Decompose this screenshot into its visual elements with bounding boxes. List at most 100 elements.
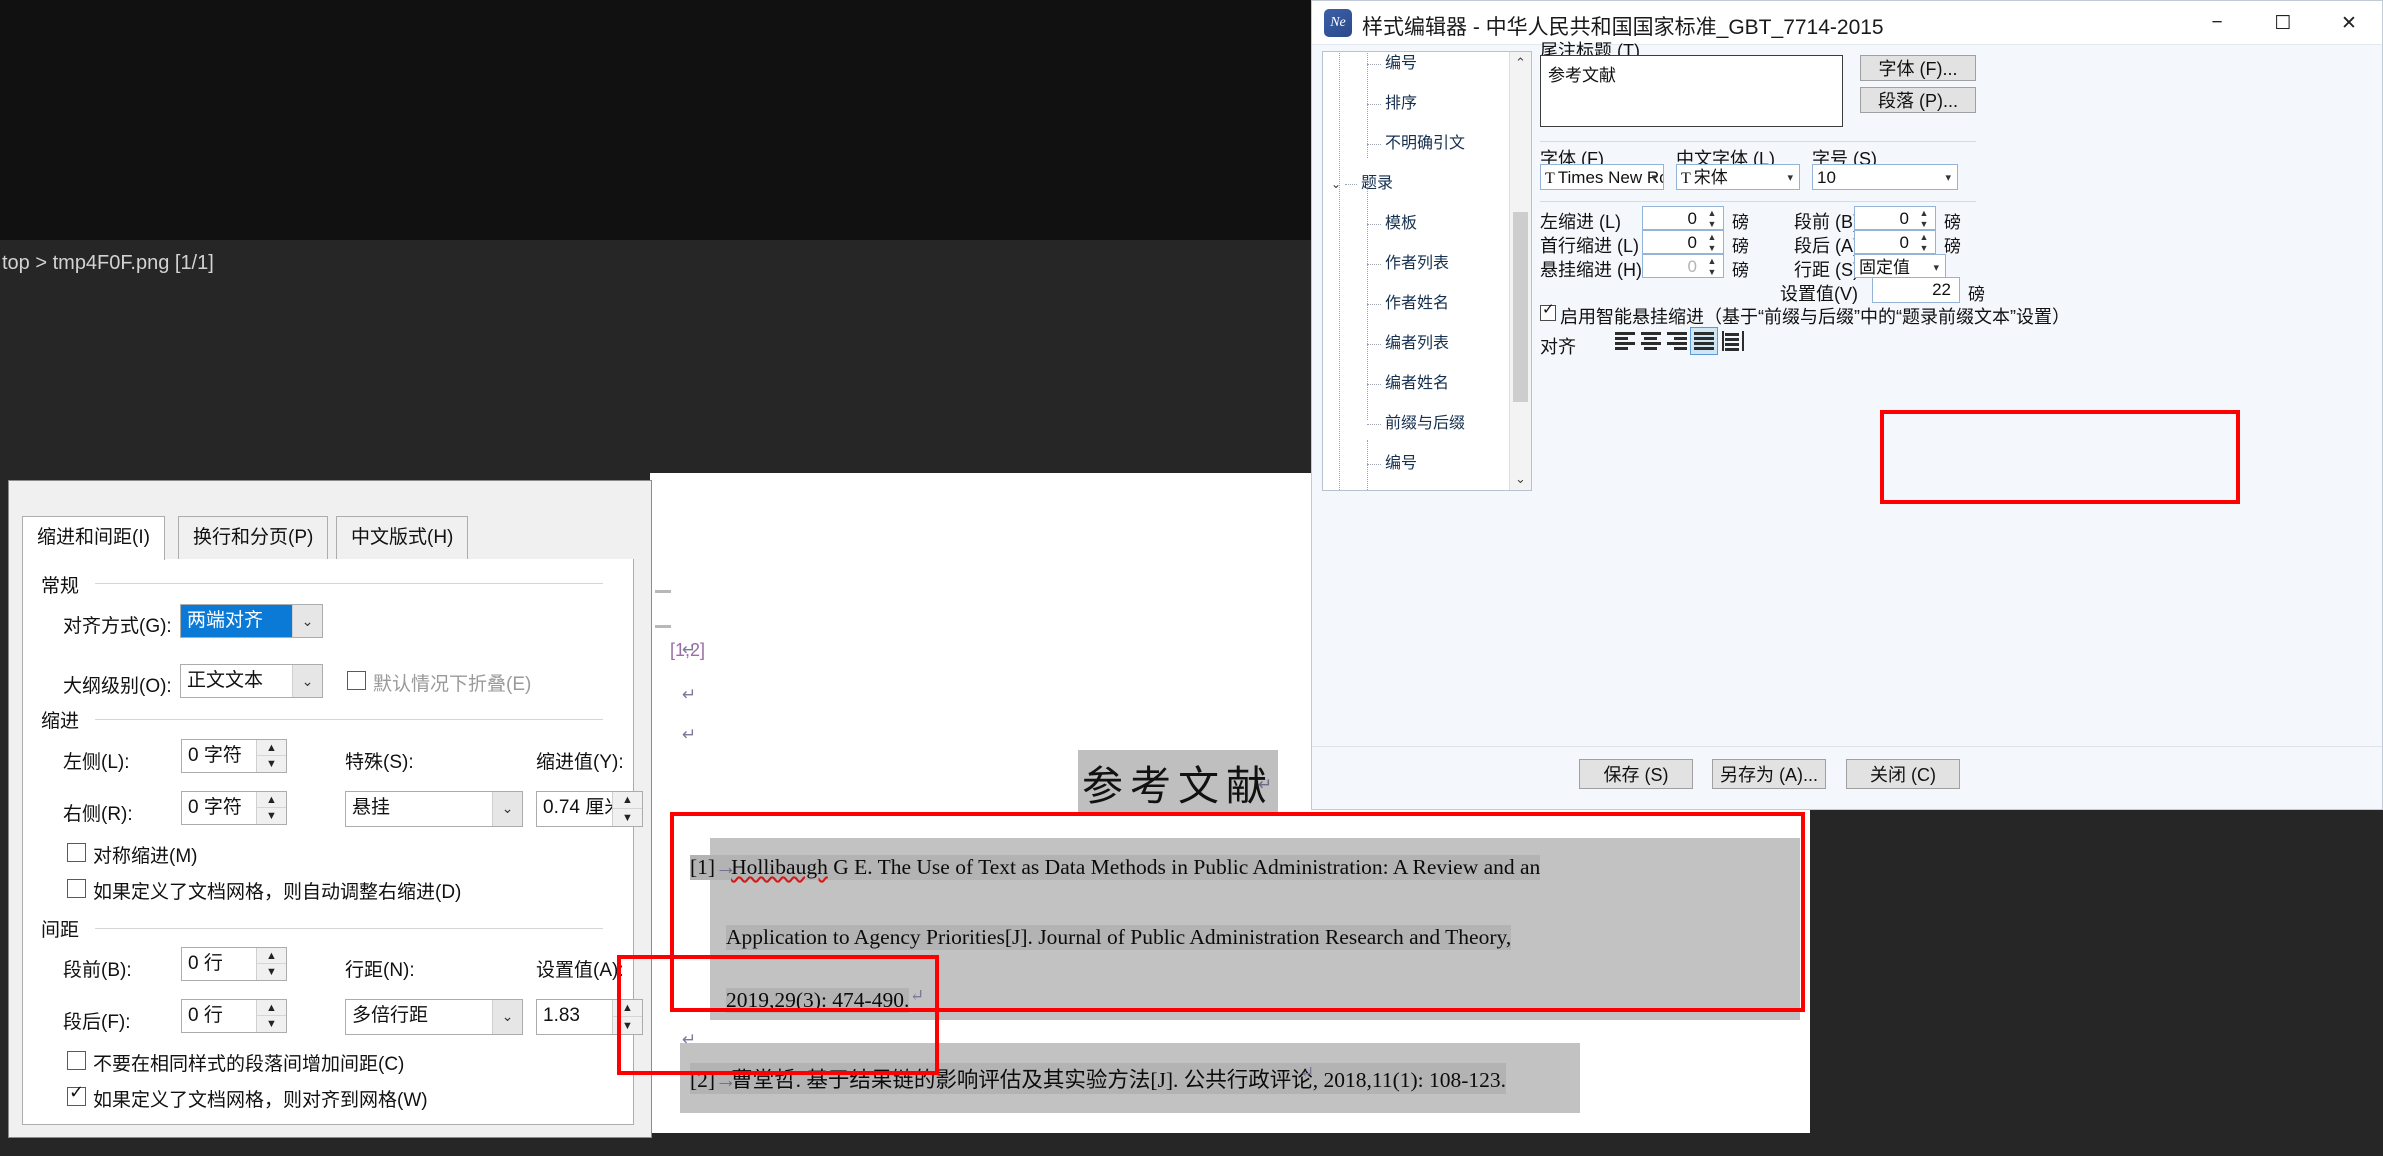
indent-left-label: 左侧(L): xyxy=(63,752,130,773)
hanging-indent-stepper[interactable]: ▲ ▼ xyxy=(1705,255,1719,277)
alignment-label: 对齐方式(G): xyxy=(63,616,172,637)
align-center-icon[interactable] xyxy=(1638,329,1664,353)
tab-chinese-typography[interactable]: 中文版式(H) xyxy=(336,516,469,560)
align-distribute-icon[interactable] xyxy=(1720,329,1746,353)
snap-to-grid-checkbox[interactable] xyxy=(67,1082,86,1106)
breadcrumb: top > tmp4F0F.png [1/1] xyxy=(0,243,1318,283)
space-after-value: 0 xyxy=(1899,233,1909,252)
chevron-down-icon[interactable]: ▾ xyxy=(1651,165,1657,189)
tree-scrollbar[interactable]: ⌃ ⌄ xyxy=(1509,52,1531,490)
tab-indent-spacing[interactable]: 缩进和间距(I) xyxy=(22,516,165,560)
chevron-down-icon[interactable]: ⌄ xyxy=(292,665,322,697)
viewer-top-band xyxy=(0,0,1318,240)
tree-item-prefix-suffix-1[interactable]: 前缀与后缀 xyxy=(1323,414,1508,434)
space-after-value: 0 行 xyxy=(188,1005,223,1026)
space-after-stepper[interactable]: ▲ ▼ xyxy=(256,1000,286,1032)
indent-special-value: 悬挂 xyxy=(352,797,391,818)
space-after-input[interactable]: 0 ▲ ▼ xyxy=(1854,230,1936,254)
save-as-button[interactable]: 另存为 (A)... xyxy=(1712,759,1826,789)
space-before-unit: 磅 xyxy=(1944,213,1961,232)
mirror-indent-checkbox[interactable] xyxy=(67,843,86,862)
tree-item-bianhao-2[interactable]: 编号 xyxy=(1323,454,1508,474)
tree-item-moban-1[interactable]: 模板 xyxy=(1323,214,1508,234)
stepper-down-icon[interactable]: ▼ xyxy=(613,809,642,826)
hanging-indent-input[interactable]: 0 ▲ ▼ xyxy=(1642,254,1724,278)
space-before-input[interactable]: 0 行 ▲ ▼ xyxy=(181,947,287,981)
line-spacing-select[interactable]: 多倍行距 ⌄ xyxy=(345,999,523,1035)
font-button[interactable]: 字体 (F)... xyxy=(1860,55,1976,81)
line-spacing-select[interactable]: 固定值 ▾ xyxy=(1854,254,1946,278)
style-tree[interactable]: 编号 排序 不明确引文 ⌄ 题录 模板 作者列表 作者姓名 编者列表 编者姓名 前… xyxy=(1322,51,1532,491)
tree-item-editor-list-1[interactable]: 编者列表 xyxy=(1323,334,1508,354)
align-justify-icon[interactable] xyxy=(1690,327,1718,355)
chevron-down-icon[interactable]: ▾ xyxy=(1933,255,1939,277)
tree-item-editor-name-1[interactable]: 编者姓名 xyxy=(1323,374,1508,394)
minimize-button[interactable]: − xyxy=(2184,1,2250,45)
pilcrow-mark-1: ↵ xyxy=(682,685,697,704)
space-after-input[interactable]: 0 行 ▲ ▼ xyxy=(181,999,287,1033)
stepper-down-icon[interactable]: ▼ xyxy=(257,808,286,824)
cn-font-select[interactable]: T 宋体 ▾ xyxy=(1676,164,1800,190)
stepper-down-icon[interactable]: ▼ xyxy=(257,964,286,980)
tree-item-author-name-1[interactable]: 作者姓名 xyxy=(1323,294,1508,314)
paragraph-button[interactable]: 段落 (P)... xyxy=(1860,87,1976,113)
outline-level-value: 正文文本 xyxy=(187,670,264,691)
tree-item-author-list-1[interactable]: 作者列表 xyxy=(1323,254,1508,274)
chevron-down-icon[interactable]: ▾ xyxy=(1787,165,1793,189)
first-indent-value: 0 xyxy=(1687,233,1697,252)
no-space-same-style-checkbox[interactable] xyxy=(67,1051,86,1070)
scroll-down-icon[interactable]: ⌄ xyxy=(1510,468,1531,490)
line-spacing-value-label: 设置值(A): xyxy=(536,960,624,981)
scroll-up-icon[interactable]: ⌃ xyxy=(1510,52,1531,74)
indent-left-stepper[interactable]: ▲ ▼ xyxy=(256,740,286,772)
set-value-input[interactable]: 22 xyxy=(1872,277,1960,303)
outline-level-select[interactable]: 正文文本 ⌄ xyxy=(180,664,323,698)
indent-right-stepper[interactable]: ▲ ▼ xyxy=(256,792,286,824)
space-after-stepper[interactable]: ▲ ▼ xyxy=(1917,231,1931,253)
indent-amount-stepper[interactable]: ▲ ▼ xyxy=(612,792,642,826)
alignment-select[interactable]: 两端对齐 ⌄ xyxy=(180,604,323,638)
tree-item-bianhao-1[interactable]: 编号 xyxy=(1323,54,1508,74)
close-button[interactable]: ✕ xyxy=(2316,1,2382,45)
align-left-icon[interactable] xyxy=(1612,329,1638,353)
indent-left-input[interactable]: 0 字符 ▲ ▼ xyxy=(181,739,287,773)
first-indent-unit: 磅 xyxy=(1732,237,1749,256)
line-spacing-label: 行距(N): xyxy=(345,960,415,981)
smart-hanging-indent-checkbox[interactable] xyxy=(1540,300,1556,321)
close-dialog-button[interactable]: 关闭 (C) xyxy=(1846,759,1960,789)
chevron-down-icon[interactable]: ▾ xyxy=(1945,165,1951,189)
indent-right-input[interactable]: 0 字符 ▲ ▼ xyxy=(181,791,287,825)
outline-level-label: 大纲级别(O): xyxy=(63,676,172,697)
scrollbar-thumb[interactable] xyxy=(1513,212,1528,402)
separator-2 xyxy=(1540,201,1976,202)
space-after-label: 段后(F): xyxy=(63,1012,131,1033)
space-after-unit: 磅 xyxy=(1944,237,1961,256)
tab-line-page-break[interactable]: 换行和分页(P) xyxy=(178,516,329,560)
set-value-unit: 磅 xyxy=(1968,285,1985,304)
font-select[interactable]: T Times New Rc ▾ xyxy=(1540,164,1664,190)
tree-item-paixu-1[interactable]: 排序 xyxy=(1323,94,1508,114)
save-button[interactable]: 保存 (S) xyxy=(1579,759,1693,789)
align-right-icon[interactable] xyxy=(1664,329,1690,353)
space-before-stepper[interactable]: ▲ ▼ xyxy=(256,948,286,980)
collapsed-by-default-checkbox[interactable] xyxy=(347,671,366,690)
auto-adjust-right-indent-checkbox[interactable] xyxy=(67,879,86,898)
pilcrow-mark-cite: ↵ xyxy=(682,640,697,659)
chevron-down-icon[interactable]: ⌄ xyxy=(292,605,322,637)
chevron-down-icon[interactable]: ⌄ xyxy=(492,1000,522,1034)
paragraph-dialog-body: 常规 对齐方式(G): 两端对齐 ⌄ 大纲级别(O): 正文文本 ⌄ 默认情况下… xyxy=(22,559,643,1125)
stepper-down-icon[interactable]: ▼ xyxy=(257,756,286,772)
chevron-down-icon[interactable]: ⌄ xyxy=(492,792,522,826)
indent-amount-label: 缩进值(Y): xyxy=(536,752,624,773)
indent-special-select[interactable]: 悬挂 ⌄ xyxy=(345,791,523,827)
tree-item-unclear-citation[interactable]: 不明确引文 xyxy=(1323,134,1508,154)
font-size-select[interactable]: 10 ▾ xyxy=(1812,164,1958,190)
line-spacing-value: 固定值 xyxy=(1859,258,1910,277)
group-label-spacing: 间距 xyxy=(41,915,88,942)
endnote-title-input[interactable]: 参考文献 xyxy=(1540,55,1843,127)
stepper-down-icon[interactable]: ▼ xyxy=(257,1016,286,1032)
space-before-value: 0 xyxy=(1899,209,1909,228)
indent-amount-input[interactable]: 0.74 厘米 ▲ ▼ xyxy=(536,791,643,827)
maximize-button[interactable]: ☐ xyxy=(2250,1,2316,45)
tree-group-tilu[interactable]: ⌄ 题录 xyxy=(1323,174,1508,194)
